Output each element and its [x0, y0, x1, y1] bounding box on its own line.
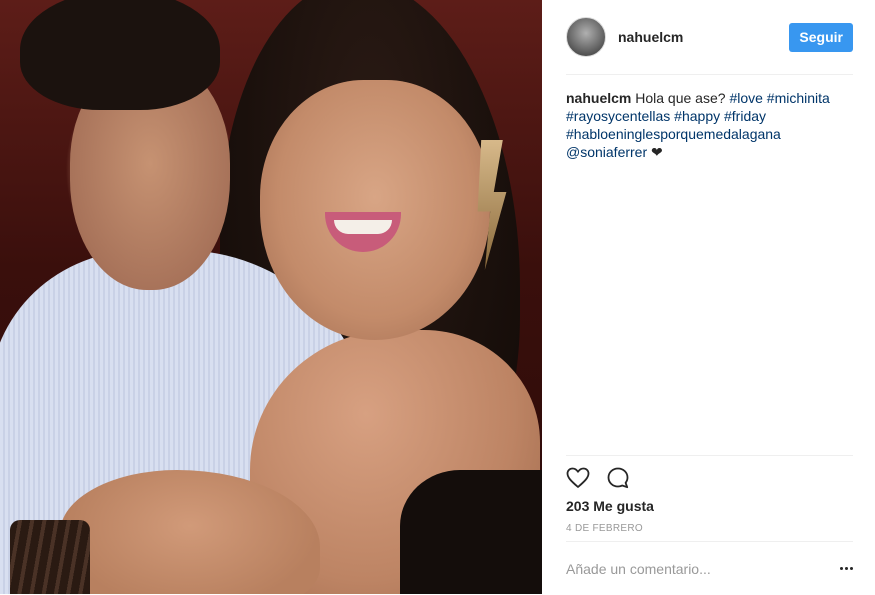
hashtag-link[interactable]: #michinita — [767, 90, 830, 106]
comment-input[interactable] — [566, 560, 833, 577]
heart-emoji: ❤ — [651, 144, 663, 160]
photo-top-shape — [400, 470, 542, 594]
caption-username[interactable]: nahuelcm — [566, 90, 631, 106]
comment-bubble-icon[interactable] — [606, 466, 630, 490]
dot-shape — [850, 567, 853, 570]
comment-bar — [566, 541, 853, 595]
avatar[interactable] — [566, 17, 606, 57]
follow-button[interactable]: Seguir — [789, 22, 853, 52]
photo-teeth-shape — [334, 220, 392, 234]
more-options-icon[interactable] — [833, 559, 853, 579]
hashtag-link[interactable]: #friday — [724, 108, 766, 124]
post-sidebar: nahuelcm Seguir nahuelcm Hola que ase? #… — [542, 0, 875, 594]
like-count[interactable]: 203 Me gusta — [566, 498, 853, 514]
heart-outline-icon[interactable] — [566, 466, 590, 490]
photo-bracelet-shape — [10, 520, 90, 594]
post-header: nahuelcm Seguir — [566, 0, 853, 75]
photo-hair-left-shape — [20, 0, 220, 110]
post-actions: 203 Me gusta 4 DE FEBRERO — [566, 455, 853, 534]
hashtag-link[interactable]: #happy — [674, 108, 720, 124]
photo-face-right-shape — [260, 80, 490, 340]
post-photo[interactable] — [0, 0, 542, 594]
hashtag-link[interactable]: #love — [729, 90, 762, 106]
dot-shape — [845, 567, 848, 570]
dot-shape — [840, 567, 843, 570]
post-caption: nahuelcm Hola que ase? #love #michinita … — [566, 75, 853, 161]
hashtag-link[interactable]: #habloeninglesporquemedalagana — [566, 126, 781, 142]
mention-link[interactable]: @soniaferrer — [566, 144, 647, 160]
caption-text: Hola que ase? — [635, 90, 726, 106]
hashtag-link[interactable]: #rayosycentellas — [566, 108, 670, 124]
instagram-post: nahuelcm Seguir nahuelcm Hola que ase? #… — [0, 0, 875, 594]
post-date[interactable]: 4 DE FEBRERO — [566, 523, 853, 534]
action-icons-row — [566, 466, 853, 490]
header-username[interactable]: nahuelcm — [618, 29, 789, 45]
